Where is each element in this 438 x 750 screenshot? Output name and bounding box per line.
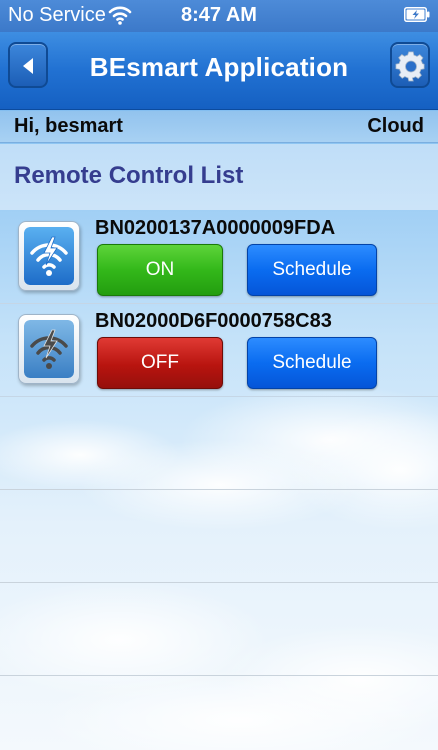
status-bar: No Service 8:47 AM (0, 0, 438, 32)
empty-list-row (0, 490, 438, 583)
connection-mode-label: Cloud (367, 115, 424, 137)
device-icon-tile (18, 221, 80, 291)
device-row: BN0200137A0000009FDA ON Schedule (0, 211, 438, 304)
device-row: BN02000D6F0000758C83 OFF Schedule (0, 304, 438, 397)
device-id: BN0200137A0000009FDA (95, 217, 336, 239)
user-info-bar: Hi, besmart Cloud (0, 111, 438, 143)
device-icon-tile (18, 314, 80, 384)
user-greeting: Hi, besmart (14, 115, 123, 137)
page-title: BEsmart Application (89, 52, 349, 82)
schedule-button[interactable]: Schedule (247, 337, 377, 389)
navigation-bar: BEsmart Application (0, 32, 438, 110)
list-header: Remote Control List (0, 144, 438, 210)
wifi-device-online-icon (24, 227, 74, 285)
wifi-device-offline-icon (24, 320, 74, 378)
power-toggle-button[interactable]: ON (97, 244, 223, 296)
empty-list-row (0, 583, 438, 676)
power-toggle-button[interactable]: OFF (97, 337, 223, 389)
device-id: BN02000D6F0000758C83 (95, 310, 332, 332)
gear-icon (395, 51, 425, 82)
settings-button[interactable] (390, 42, 430, 88)
list-title: Remote Control List (14, 162, 244, 189)
clock: 8:47 AM (181, 4, 257, 26)
schedule-button[interactable]: Schedule (247, 244, 377, 296)
empty-list-row (0, 397, 438, 490)
battery-charging-icon (404, 7, 430, 22)
